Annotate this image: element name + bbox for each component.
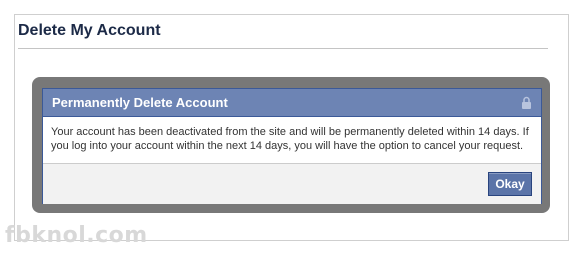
dialog-title: Permanently Delete Account [52,95,228,110]
delete-account-dialog: Permanently Delete Account Your account … [42,88,542,204]
okay-button[interactable]: Okay [488,172,532,196]
dialog-footer: Okay [43,163,541,204]
lock-icon [521,96,532,109]
dialog-header: Permanently Delete Account [43,89,541,117]
dialog-message: Your account has been deactivated from t… [51,126,529,152]
page-title: Delete My Account [18,22,161,39]
title-divider [18,48,548,49]
watermark: fbknol.com [5,223,148,248]
